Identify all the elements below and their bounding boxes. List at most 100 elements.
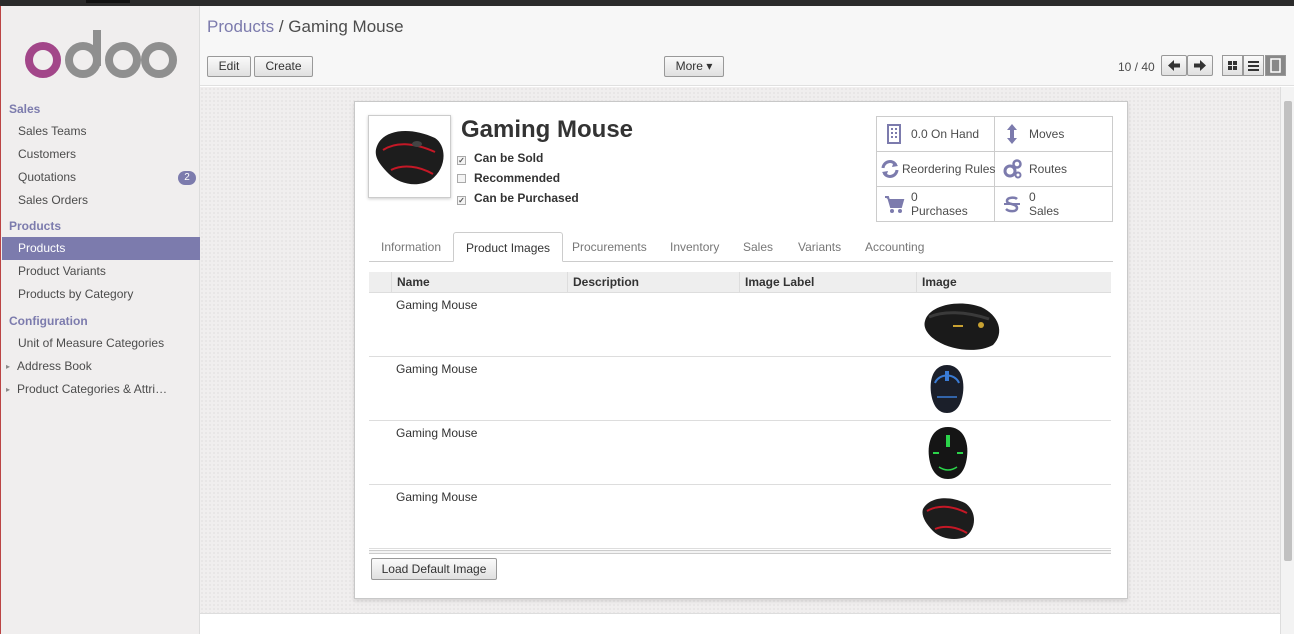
column-header-image-label[interactable]: Image Label bbox=[739, 272, 916, 293]
column-header-name[interactable]: Name bbox=[391, 272, 568, 293]
on-hand-value: 0.0 bbox=[911, 127, 928, 141]
pager-previous-button[interactable] bbox=[1161, 55, 1187, 76]
cart-icon bbox=[885, 196, 905, 213]
sidebar-item-label: Quotations bbox=[18, 170, 77, 184]
tab-inventory[interactable]: Inventory bbox=[658, 232, 731, 262]
sales-button[interactable]: 0 Sales bbox=[995, 187, 1113, 222]
sidebar-item-product-variants[interactable]: Product Variants bbox=[2, 260, 200, 283]
breadcrumb: Products / Gaming Mouse bbox=[207, 17, 404, 37]
more-dropdown-button[interactable]: More ▾ bbox=[664, 56, 724, 77]
top-bar-accent bbox=[86, 0, 130, 3]
load-default-image-button[interactable]: Load Default Image bbox=[371, 558, 497, 580]
pager-counter[interactable]: 10 / 40 bbox=[1118, 60, 1155, 74]
cogs-icon bbox=[1003, 159, 1022, 179]
table-row[interactable]: Gaming Mouse bbox=[369, 485, 1111, 549]
form-icon bbox=[1270, 58, 1281, 73]
table-row[interactable]: Gaming Mouse bbox=[369, 357, 1111, 421]
column-header-description[interactable]: Description bbox=[567, 272, 739, 293]
sidebar-item-customers[interactable]: Customers bbox=[2, 143, 200, 166]
routes-button[interactable]: Routes bbox=[995, 152, 1113, 187]
row-name: Gaming Mouse bbox=[396, 426, 478, 440]
dollar-icon bbox=[1004, 196, 1020, 213]
sidebar-item-uom-categories[interactable]: Unit of Measure Categories bbox=[2, 332, 200, 355]
caret-right-icon: ▸ bbox=[6, 385, 11, 394]
mouse-blue-image bbox=[930, 365, 964, 413]
form-sheet: Gaming Mouse ✓ Can be Sold Recommended ✓ C… bbox=[354, 101, 1128, 599]
tab-accounting[interactable]: Accounting bbox=[853, 232, 936, 262]
sidebar-item-address-book[interactable]: ▸ Address Book bbox=[2, 355, 200, 378]
can-be-sold-row: ✓ Can be Sold bbox=[457, 151, 543, 165]
arrow-right-icon bbox=[1194, 60, 1206, 71]
refresh-icon bbox=[881, 160, 899, 178]
sidebar-item-label: Address Book bbox=[17, 359, 92, 373]
reordering-rules-button[interactable]: Reordering Rules bbox=[877, 152, 995, 187]
table-row[interactable]: Gaming Mouse bbox=[369, 421, 1111, 485]
arrow-left-icon bbox=[1168, 60, 1180, 71]
sidebar-item-products-by-category[interactable]: Products by Category bbox=[2, 283, 200, 306]
recommended-checkbox[interactable] bbox=[457, 174, 466, 183]
tab-information[interactable]: Information bbox=[369, 232, 453, 262]
sales-text: Sales bbox=[1029, 204, 1060, 218]
purchases-text: Purchases bbox=[911, 204, 968, 218]
sales-value: 0 bbox=[1029, 190, 1036, 204]
mouse-red-image bbox=[375, 131, 444, 185]
pager-next-button[interactable] bbox=[1187, 55, 1213, 76]
sidebar-item-label: Product Variants bbox=[18, 264, 106, 278]
row-name: Gaming Mouse bbox=[396, 490, 478, 504]
on-hand-button[interactable]: 0.0 On Hand bbox=[877, 117, 995, 152]
nav-section-sales: Sales bbox=[9, 102, 41, 116]
control-panel: Products / Gaming Mouse Edit Create More… bbox=[200, 6, 1294, 86]
quotations-count-badge: 2 bbox=[178, 171, 196, 185]
sidebar-item-products[interactable]: Products bbox=[2, 237, 200, 260]
scrollbar-thumb[interactable] bbox=[1284, 101, 1292, 561]
recommended-row: Recommended bbox=[457, 171, 560, 185]
list-view-button[interactable] bbox=[1243, 55, 1264, 76]
sidebar-item-label: Product Categories & Attri… bbox=[17, 382, 168, 396]
sidebar-item-quotations[interactable]: Quotations 2 bbox=[2, 166, 200, 189]
on-hand-label: 0.0 On Hand bbox=[911, 127, 979, 141]
odoo-logo[interactable] bbox=[23, 28, 179, 88]
can-be-purchased-row: ✓ Can be Purchased bbox=[457, 191, 579, 205]
kanban-view-button[interactable] bbox=[1222, 55, 1243, 76]
create-button[interactable]: Create bbox=[254, 56, 313, 77]
purchases-button[interactable]: 0 Purchases bbox=[877, 187, 995, 222]
form-view-button[interactable] bbox=[1265, 55, 1286, 76]
tab-product-images[interactable]: Product Images bbox=[453, 232, 564, 262]
sidebar-item-label: Sales Teams bbox=[18, 124, 87, 138]
tab-procurements[interactable]: Procurements bbox=[560, 232, 659, 262]
purchases-value: 0 bbox=[911, 190, 918, 204]
tab-variants[interactable]: Variants bbox=[786, 232, 853, 262]
mouse-red-thumb-image bbox=[922, 498, 974, 539]
sidebar-item-label: Products by Category bbox=[18, 287, 134, 301]
sidebar-item-label: Customers bbox=[18, 147, 77, 161]
tab-sales[interactable]: Sales bbox=[731, 232, 785, 262]
column-header-image[interactable]: Image bbox=[916, 272, 1111, 293]
table-row[interactable]: Gaming Mouse bbox=[369, 293, 1111, 357]
sidebar-item-label: Sales Orders bbox=[18, 193, 89, 207]
routes-label: Routes bbox=[1029, 162, 1068, 176]
moves-label: Moves bbox=[1029, 127, 1065, 141]
notebook-tabs: Information Product Images Procurements … bbox=[369, 232, 1113, 262]
breadcrumb-separator: / bbox=[278, 17, 284, 36]
can-be-sold-checkbox[interactable]: ✓ bbox=[457, 156, 466, 165]
can-be-purchased-checkbox[interactable]: ✓ bbox=[457, 196, 466, 205]
nav-section-configuration: Configuration bbox=[9, 314, 88, 328]
checkbox-label: Can be Sold bbox=[474, 151, 544, 165]
product-image[interactable] bbox=[368, 115, 451, 198]
list-icon bbox=[1248, 61, 1259, 71]
row-name: Gaming Mouse bbox=[396, 298, 478, 312]
breadcrumb-current: Gaming Mouse bbox=[288, 17, 404, 36]
reordering-rules-label: Reordering Rules bbox=[902, 162, 996, 176]
sidebar-item-sales-orders[interactable]: Sales Orders bbox=[2, 189, 200, 212]
caret-right-icon: ▸ bbox=[6, 362, 11, 371]
edit-button[interactable]: Edit bbox=[207, 56, 251, 77]
arrows-v-icon bbox=[1007, 124, 1017, 144]
breadcrumb-products-link[interactable]: Products bbox=[207, 17, 274, 36]
sidebar-item-product-categories[interactable]: ▸ Product Categories & Attri… bbox=[2, 378, 200, 401]
table-footer bbox=[369, 550, 1111, 554]
sidebar-item-sales-teams[interactable]: Sales Teams bbox=[2, 120, 200, 143]
moves-button[interactable]: Moves bbox=[995, 117, 1113, 152]
checkbox-label: Can be Purchased bbox=[474, 191, 579, 205]
content-scrollbar[interactable] bbox=[1280, 87, 1294, 634]
product-name: Gaming Mouse bbox=[461, 116, 634, 143]
